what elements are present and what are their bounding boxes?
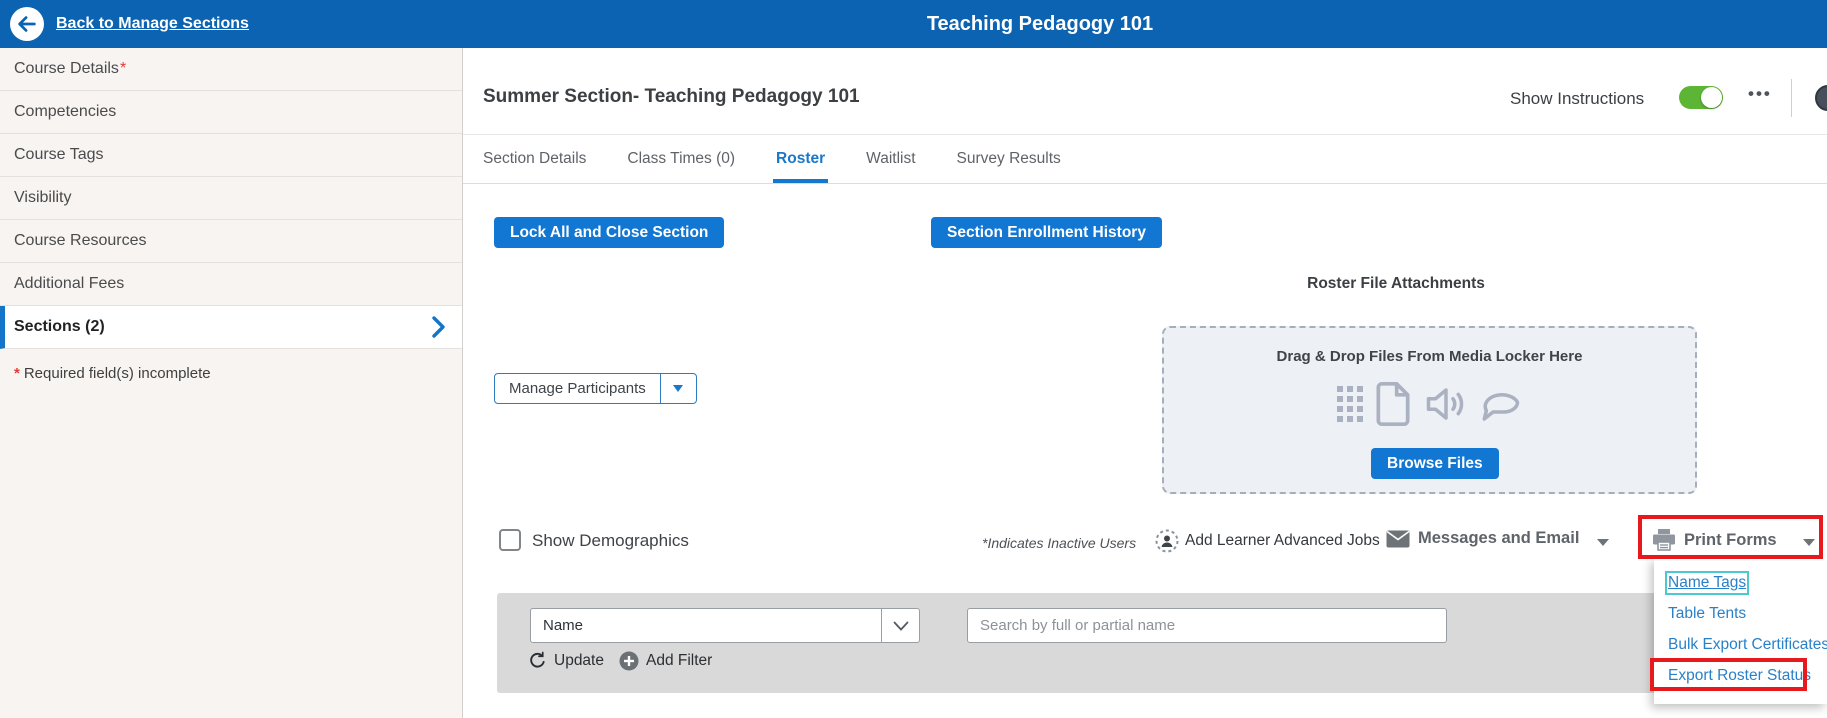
browse-files-button[interactable]: Browse Files (1371, 448, 1499, 479)
update-button[interactable]: Update (528, 651, 604, 670)
menu-item-bulk-export-certificates[interactable]: Bulk Export Certificates (1654, 629, 1827, 660)
search-input[interactable] (967, 608, 1447, 643)
refresh-icon (528, 651, 547, 670)
required-asterisk: * (14, 365, 20, 382)
add-learner-advanced-jobs-button[interactable]: Add Learner Advanced Jobs (1155, 529, 1380, 553)
table-tents-link: Table Tents (1668, 605, 1746, 623)
menu-item-name-tags[interactable]: Name Tags (1654, 567, 1827, 598)
chevron-down-icon (893, 621, 909, 631)
show-instructions-toggle[interactable] (1679, 86, 1723, 109)
add-filter-label: Add Filter (646, 652, 712, 670)
cropped-circle-icon[interactable] (1815, 85, 1827, 111)
select-chevron-segment[interactable] (881, 609, 919, 642)
sidebar-item-course-details[interactable]: Course Details* (0, 48, 462, 91)
manage-participants-dropdown[interactable] (660, 374, 696, 403)
show-demographics-label: Show Demographics (532, 531, 689, 551)
tab-roster[interactable]: Roster (776, 135, 825, 183)
toggle-knob (1701, 87, 1722, 108)
messages-and-email-button[interactable]: Messages and Email (1386, 529, 1579, 548)
show-demographics-checkbox[interactable] (499, 529, 521, 551)
tab-class-times[interactable]: Class Times (0) (627, 135, 735, 183)
update-label: Update (554, 652, 604, 670)
roster-file-attachments-title: Roster File Attachments (1266, 275, 1526, 293)
sidebar-item-sections[interactable]: Sections (2) (0, 306, 462, 349)
show-instructions-label: Show Instructions (1510, 89, 1644, 109)
drag-dots-icon (1337, 386, 1363, 422)
required-asterisk: * (120, 60, 126, 78)
chevron-right-icon (428, 316, 448, 338)
required-note-text: Required field(s) incomplete (24, 365, 211, 382)
sidebar-item-label: Course Details (14, 60, 119, 78)
section-roster-page: Back to Manage Sections Teaching Pedagog… (0, 0, 1827, 718)
add-filter-button[interactable]: Add Filter (619, 651, 712, 671)
sidebar-item-course-resources[interactable]: Course Resources (0, 220, 462, 263)
menu-item-table-tents[interactable]: Table Tents (1654, 598, 1827, 629)
print-forms-label: Print Forms (1684, 531, 1777, 550)
tab-section-details[interactable]: Section Details (483, 135, 586, 183)
messages-dropdown-caret[interactable] (1597, 539, 1609, 546)
menu-item-export-roster-status[interactable]: Export Roster Status (1654, 660, 1827, 691)
back-button[interactable] (10, 7, 44, 41)
sidebar-item-label: Course Tags (14, 146, 104, 164)
file-dropzone[interactable]: Drag & Drop Files From Media Locker Here (1162, 326, 1697, 494)
filter-field-select[interactable]: Name (530, 608, 920, 643)
section-page-title: Summer Section- Teaching Pedagogy 101 (483, 86, 860, 108)
bulk-export-certificates-link: Bulk Export Certificates (1668, 636, 1827, 654)
course-title: Teaching Pedagogy 101 (927, 0, 1153, 48)
add-learner-label: Add Learner Advanced Jobs (1185, 532, 1380, 550)
sidebar-item-label: Additional Fees (14, 275, 124, 293)
section-enrollment-history-button[interactable]: Section Enrollment History (931, 217, 1162, 248)
chat-bubble-icon (1477, 383, 1523, 425)
top-header-bar: Back to Manage Sections Teaching Pedagog… (0, 0, 1827, 48)
sidebar-item-label: Visibility (14, 189, 72, 207)
header-divider (1791, 79, 1792, 117)
manage-participants-button[interactable]: Manage Participants (494, 373, 697, 404)
arrow-left-icon (16, 13, 38, 35)
export-roster-status-link: Export Roster Status (1668, 667, 1811, 685)
audio-speaker-icon (1423, 383, 1469, 425)
envelope-icon (1386, 530, 1410, 548)
sidebar-item-course-tags[interactable]: Course Tags (0, 134, 462, 177)
sidebar-item-label: Competencies (14, 103, 116, 121)
file-icon (1371, 380, 1415, 428)
lock-all-close-section-button[interactable]: Lock All and Close Section (494, 217, 724, 248)
print-forms-button[interactable]: Print Forms (1652, 529, 1777, 551)
tab-survey-results[interactable]: Survey Results (957, 135, 1061, 183)
required-fields-note: *Required field(s) incomplete (0, 349, 462, 398)
filter-field-value: Name (531, 609, 881, 642)
section-tabs: Section Details Class Times (0) Roster W… (463, 135, 1827, 184)
sidebar-item-competencies[interactable]: Competencies (0, 91, 462, 134)
dropzone-icons (1164, 380, 1695, 428)
add-learner-icon (1155, 529, 1179, 553)
sidebar-item-additional-fees[interactable]: Additional Fees (0, 263, 462, 306)
caret-down-icon (673, 385, 683, 392)
manage-participants-label: Manage Participants (495, 374, 660, 403)
caret-down-icon (1803, 539, 1815, 546)
print-forms-dropdown-caret[interactable] (1803, 539, 1815, 546)
sidebar-item-visibility[interactable]: Visibility (0, 177, 462, 220)
main-content: Summer Section- Teaching Pedagogy 101 Sh… (463, 48, 1827, 718)
dropzone-instruction: Drag & Drop Files From Media Locker Here (1164, 348, 1695, 365)
sidebar-item-label: Course Resources (14, 232, 147, 250)
caret-down-icon (1597, 539, 1609, 546)
tab-waitlist[interactable]: Waitlist (866, 135, 915, 183)
more-options-button[interactable]: ••• (1748, 84, 1772, 104)
messages-and-email-label: Messages and Email (1418, 529, 1579, 548)
back-to-manage-sections-link[interactable]: Back to Manage Sections (56, 0, 249, 48)
print-forms-menu: Name Tags Table Tents Bulk Export Certif… (1654, 558, 1827, 704)
roster-filter-bar: Name Update (497, 593, 1792, 693)
inactive-users-note: *Indicates Inactive Users (982, 535, 1136, 551)
course-nav-sidebar: Course Details* Competencies Course Tags… (0, 48, 463, 718)
section-header-row: Summer Section- Teaching Pedagogy 101 Sh… (463, 48, 1827, 135)
name-tags-link: Name Tags (1668, 574, 1746, 592)
plus-circle-icon (619, 651, 639, 671)
printer-icon (1652, 529, 1676, 551)
sidebar-item-label: Sections (2) (14, 318, 105, 336)
